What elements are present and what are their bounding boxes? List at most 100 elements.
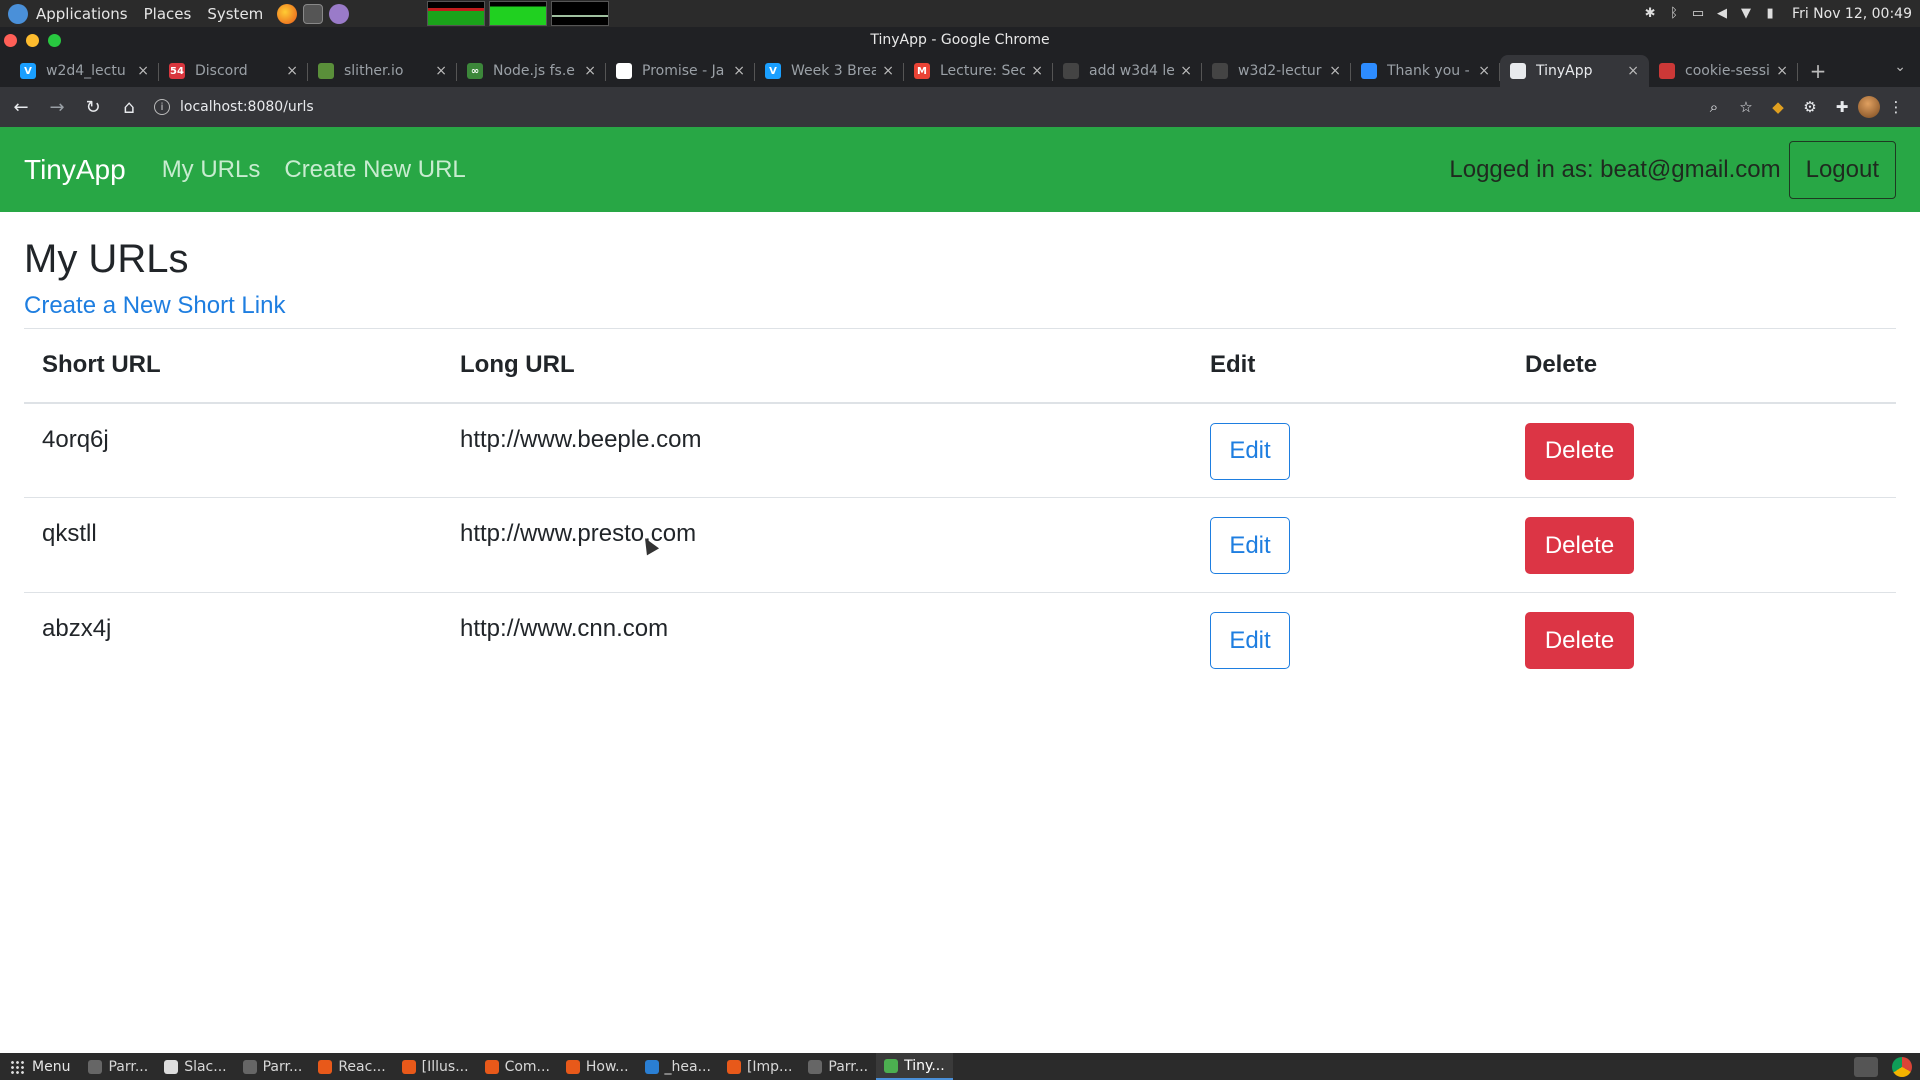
header-long-url: Long URL bbox=[460, 351, 575, 379]
reload-button[interactable]: ↻ bbox=[78, 92, 108, 122]
tab-search-chevron-icon[interactable]: ⌄ bbox=[1894, 59, 1906, 75]
create-short-link[interactable]: Create a New Short Link bbox=[24, 292, 1896, 320]
system-menu[interactable]: System bbox=[199, 0, 271, 27]
table-row: 4orq6j http://www.beeple.com Edit Delete bbox=[24, 403, 1896, 498]
volume-icon[interactable]: ◀ bbox=[1714, 6, 1730, 22]
wifi-icon[interactable]: ▼ bbox=[1738, 6, 1754, 22]
close-window-button[interactable] bbox=[4, 34, 17, 47]
tab-favicon-icon bbox=[1659, 63, 1675, 79]
edit-button[interactable]: Edit bbox=[1210, 612, 1290, 669]
tab-label: cookie-sessi bbox=[1685, 63, 1770, 79]
keyboard-layout-icon[interactable] bbox=[1854, 1056, 1878, 1077]
tab-close-icon[interactable]: × bbox=[1627, 63, 1639, 79]
chrome-tray-icon[interactable] bbox=[1892, 1056, 1912, 1077]
browser-tab[interactable]: 54 Discord × bbox=[159, 55, 308, 87]
taskbar-item-label: Parr... bbox=[828, 1058, 869, 1075]
tab-close-icon[interactable]: × bbox=[584, 63, 596, 79]
taskbar-window-item[interactable]: Parr... bbox=[800, 1053, 876, 1080]
taskbar-window-item[interactable]: Tiny... bbox=[876, 1053, 953, 1080]
tab-close-icon[interactable]: × bbox=[286, 63, 298, 79]
taskbar-app-icon bbox=[88, 1059, 103, 1074]
long-url-cell: http://www.presto.com bbox=[460, 520, 697, 547]
browser-tab[interactable]: Vw2d4_lectu × bbox=[10, 55, 159, 87]
tab-favicon-icon: ∞ bbox=[467, 63, 483, 79]
browser-tab[interactable]: V Week 3 Brea × bbox=[755, 55, 904, 87]
tab-close-icon[interactable]: × bbox=[1329, 63, 1341, 79]
display-icon[interactable]: ▭ bbox=[1690, 6, 1706, 22]
tab-close-icon[interactable]: × bbox=[137, 63, 149, 79]
color-extension-icon[interactable]: ◆ bbox=[1767, 96, 1789, 118]
browser-tab[interactable]: add w3d4 le × bbox=[1053, 55, 1202, 87]
tab-label: Week 3 Brea bbox=[791, 63, 877, 79]
browser-tab[interactable]: w3d2-lectur × bbox=[1202, 55, 1351, 87]
nav-link-my-urls[interactable]: My URLs bbox=[162, 156, 261, 184]
taskbar-window-item[interactable]: How... bbox=[558, 1053, 637, 1080]
new-tab-button[interactable]: + bbox=[1798, 55, 1838, 87]
address-bar[interactable]: i localhost:8080/urls bbox=[154, 92, 1688, 122]
app-launcher-icon[interactable] bbox=[329, 3, 350, 24]
extension-settings-icon[interactable]: ⚙ bbox=[1799, 96, 1821, 118]
taskbar-app-icon bbox=[808, 1059, 823, 1074]
taskbar-window-item[interactable]: [Imp... bbox=[719, 1053, 800, 1080]
taskbar-window-item[interactable]: _hea... bbox=[637, 1053, 719, 1080]
delete-button[interactable]: Delete bbox=[1525, 612, 1634, 669]
taskbar-window-item[interactable]: Reac... bbox=[310, 1053, 393, 1080]
logout-button[interactable]: Logout bbox=[1788, 141, 1896, 199]
tab-close-icon[interactable]: × bbox=[1776, 63, 1788, 79]
tab-separator bbox=[1797, 63, 1798, 81]
tab-close-icon[interactable]: × bbox=[733, 63, 745, 79]
taskbar-window-item[interactable]: Com... bbox=[477, 1053, 558, 1080]
terminal-launcher-icon[interactable] bbox=[303, 3, 324, 24]
taskbar-window-item[interactable]: [Illus... bbox=[394, 1053, 477, 1080]
bookmark-star-icon[interactable]: ☆ bbox=[1735, 96, 1757, 118]
minimize-window-button[interactable] bbox=[26, 34, 39, 47]
clock[interactable]: Fri Nov 12, 00:49 bbox=[1792, 6, 1912, 22]
edit-button[interactable]: Edit bbox=[1210, 517, 1290, 574]
distro-logo-icon[interactable] bbox=[8, 3, 28, 24]
taskbar-item-label: Parr... bbox=[108, 1058, 149, 1075]
delete-button[interactable]: Delete bbox=[1525, 422, 1634, 480]
taskbar-window-item[interactable]: Parr... bbox=[80, 1053, 156, 1080]
site-info-icon[interactable]: i bbox=[154, 99, 170, 115]
nav-link-create-new-url[interactable]: Create New URL bbox=[284, 156, 465, 184]
address-bar-url[interactable]: localhost:8080/urls bbox=[180, 99, 314, 115]
bluetooth-icon[interactable]: ᛒ bbox=[1666, 6, 1682, 22]
browser-tab[interactable]: Promise - Ja × bbox=[606, 55, 755, 87]
tab-close-icon[interactable]: × bbox=[1478, 63, 1490, 79]
taskbar-window-item[interactable]: Parr... bbox=[235, 1053, 311, 1080]
browser-tab[interactable]: ∞ Node.js fs.e × bbox=[457, 55, 606, 87]
header-short-url: Short URL bbox=[42, 351, 161, 379]
back-button[interactable]: ← bbox=[6, 92, 36, 122]
firefox-launcher-icon[interactable] bbox=[277, 3, 298, 24]
delete-button[interactable]: Delete bbox=[1525, 517, 1634, 574]
forward-button[interactable]: → bbox=[42, 92, 72, 122]
taskbar-window-item[interactable]: Slac... bbox=[156, 1053, 234, 1080]
home-button[interactable]: ⌂ bbox=[114, 92, 144, 122]
profile-avatar[interactable] bbox=[1858, 96, 1880, 118]
edit-button[interactable]: Edit bbox=[1210, 422, 1290, 480]
tab-close-icon[interactable]: × bbox=[882, 63, 894, 79]
maximize-window-button[interactable] bbox=[48, 34, 61, 47]
zoom-icon[interactable]: ⌕ bbox=[1703, 96, 1725, 118]
page-title: My URLs bbox=[24, 237, 189, 281]
browser-tab[interactable]: TinyApp × bbox=[1500, 55, 1649, 87]
battery-icon[interactable]: ▮ bbox=[1762, 6, 1778, 22]
slack-tray-icon[interactable]: ✱ bbox=[1642, 6, 1658, 22]
table-row: qkstll http://www.presto.com Edit Delete bbox=[24, 498, 1896, 593]
tab-close-icon[interactable]: × bbox=[435, 63, 447, 79]
browser-tab[interactable]: slither.io × bbox=[308, 55, 457, 87]
places-menu[interactable]: Places bbox=[136, 0, 200, 27]
tab-close-icon[interactable]: × bbox=[1031, 63, 1043, 79]
browser-tab[interactable]: cookie-sessi × bbox=[1649, 55, 1798, 87]
memory-monitor-graph bbox=[489, 1, 547, 26]
extensions-puzzle-icon[interactable]: ✚ bbox=[1831, 96, 1853, 118]
start-menu-button[interactable]: Menu bbox=[0, 1059, 80, 1075]
brand-link[interactable]: TinyApp bbox=[24, 154, 126, 186]
tab-close-icon[interactable]: × bbox=[1180, 63, 1192, 79]
system-top-panel: Applications Places System ✱ ᛒ ▭ ◀ ▼ ▮ F… bbox=[0, 0, 1920, 27]
browser-tab[interactable]: Thank you - × bbox=[1351, 55, 1500, 87]
applications-menu[interactable]: Applications bbox=[28, 0, 136, 27]
browser-tab[interactable]: M Lecture: Sec × bbox=[904, 55, 1053, 87]
taskbar-item-label: How... bbox=[585, 1058, 629, 1075]
browser-menu-icon[interactable]: ⋮ bbox=[1885, 96, 1907, 118]
